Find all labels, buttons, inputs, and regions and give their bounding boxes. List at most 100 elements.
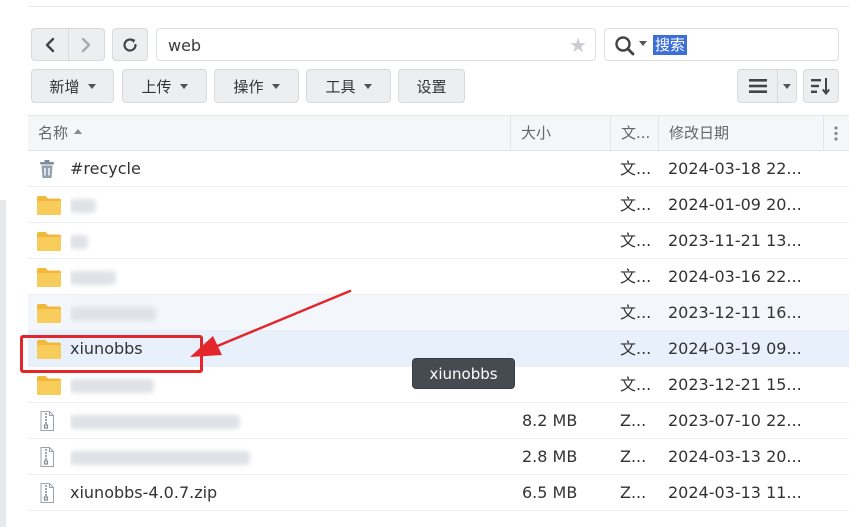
search-input[interactable]: 搜索 bbox=[653, 35, 688, 55]
chevron-down-icon bbox=[87, 83, 96, 89]
folder-icon bbox=[37, 267, 61, 287]
file-name: #recycle bbox=[70, 159, 141, 178]
more-vertical-icon bbox=[834, 126, 838, 141]
file-name bbox=[70, 223, 500, 258]
file-modified: 2024-03-18 22... bbox=[668, 159, 802, 178]
file-name bbox=[70, 187, 500, 222]
table-row[interactable]: 文... 2024-03-16 22... bbox=[28, 259, 849, 295]
file-size bbox=[522, 187, 612, 222]
trash-icon bbox=[37, 159, 57, 179]
file-type: 文... bbox=[620, 303, 652, 322]
redacted-name bbox=[70, 450, 250, 465]
file-type: 文... bbox=[620, 231, 652, 250]
column-options-button[interactable] bbox=[823, 116, 849, 151]
chevron-right-icon bbox=[82, 37, 91, 52]
back-button[interactable] bbox=[32, 29, 68, 60]
file-type: Z... bbox=[620, 483, 647, 502]
file-modified: 2024-03-13 11... bbox=[668, 483, 802, 502]
chevron-down-icon bbox=[363, 83, 372, 89]
tooltip: xiunobbs bbox=[412, 358, 515, 389]
tooltip-text: xiunobbs bbox=[429, 364, 498, 383]
redacted-name bbox=[70, 306, 156, 321]
chevron-down-icon[interactable] bbox=[639, 41, 647, 46]
file-size bbox=[522, 151, 612, 186]
file-size bbox=[522, 259, 612, 294]
redacted-name bbox=[70, 198, 96, 213]
file-name: xiunobbs-4.0.7.zip bbox=[70, 483, 218, 502]
zip-file-icon bbox=[37, 483, 57, 503]
redacted-name bbox=[70, 378, 154, 393]
file-size bbox=[522, 295, 612, 330]
column-header-type[interactable]: 文... bbox=[610, 116, 658, 151]
file-name bbox=[70, 403, 500, 438]
file-size: 2.8 MB bbox=[522, 447, 578, 466]
upload-label: 上传 bbox=[141, 77, 172, 96]
column-header-name[interactable]: 名称 bbox=[28, 116, 510, 151]
file-name bbox=[70, 295, 500, 330]
view-mode-group bbox=[737, 69, 797, 103]
star-icon[interactable]: ★ bbox=[569, 33, 587, 57]
file-name bbox=[70, 439, 500, 474]
file-type: 文... bbox=[620, 339, 652, 358]
new-label: 新增 bbox=[49, 77, 80, 96]
table-header: 名称 大小 文... 修改日期 bbox=[28, 115, 849, 151]
file-type: Z... bbox=[620, 411, 647, 430]
file-size: 8.2 MB bbox=[522, 411, 578, 430]
redacted-name bbox=[70, 270, 116, 285]
sort-ascending-icon bbox=[74, 129, 83, 134]
top-divider bbox=[28, 6, 849, 7]
table-row[interactable]: 文... 2024-01-09 20... bbox=[28, 187, 849, 223]
tools-button[interactable]: 工具 bbox=[306, 69, 391, 103]
column-header-modified[interactable]: 修改日期 bbox=[658, 116, 823, 151]
action-label: 操作 bbox=[233, 77, 264, 96]
column-type-label: 文... bbox=[621, 124, 651, 142]
new-button[interactable]: 新增 bbox=[31, 69, 114, 103]
redacted-name bbox=[70, 234, 88, 249]
column-name-label: 名称 bbox=[38, 124, 69, 142]
table-row[interactable]: 文... 2023-12-11 16... bbox=[28, 295, 849, 331]
redacted-name bbox=[70, 414, 240, 429]
search-icon[interactable] bbox=[614, 35, 636, 57]
file-modified: 2024-01-09 20... bbox=[668, 195, 802, 214]
file-type: 文... bbox=[620, 267, 652, 286]
list-view-button[interactable] bbox=[738, 70, 778, 102]
file-size: 6.5 MB bbox=[522, 483, 578, 502]
table-row[interactable]: 2.8 MB Z... 2024-03-13 20... bbox=[28, 439, 849, 475]
file-modified: 2023-12-21 15... bbox=[668, 375, 802, 394]
file-type: Z... bbox=[620, 447, 647, 466]
file-modified: 2023-07-10 22... bbox=[668, 411, 802, 430]
file-size bbox=[522, 367, 612, 402]
zip-file-icon bbox=[37, 411, 57, 431]
table-row[interactable]: 文... 2023-11-21 13... bbox=[28, 223, 849, 259]
file-list: #recycle 文... 2024-03-18 22... 文... 2024… bbox=[28, 151, 849, 511]
chevron-down-icon bbox=[271, 83, 280, 89]
path-field[interactable]: web ★ bbox=[156, 28, 596, 61]
view-mode-dropdown[interactable] bbox=[778, 70, 796, 102]
path-text: web bbox=[168, 36, 202, 55]
table-row[interactable]: #recycle 文... 2024-03-18 22... bbox=[28, 151, 849, 187]
search-field[interactable]: 搜索 bbox=[604, 28, 839, 61]
file-modified: 2023-11-21 13... bbox=[668, 231, 802, 250]
file-modified: 2024-03-13 20... bbox=[668, 447, 802, 466]
settings-button[interactable]: 设置 bbox=[398, 69, 465, 103]
folder-icon bbox=[37, 303, 61, 323]
sort-button[interactable] bbox=[803, 69, 839, 103]
chevron-down-icon bbox=[179, 83, 188, 89]
file-type: 文... bbox=[620, 195, 652, 214]
action-button[interactable]: 操作 bbox=[214, 69, 299, 103]
forward-button[interactable] bbox=[67, 29, 105, 60]
file-modified: 2024-03-16 22... bbox=[668, 267, 802, 286]
table-row[interactable]: xiunobbs-4.0.7.zip 6.5 MB Z... 2024-03-1… bbox=[28, 475, 849, 511]
tools-label: 工具 bbox=[325, 77, 356, 96]
chevron-left-icon bbox=[45, 37, 54, 52]
column-header-size[interactable]: 大小 bbox=[510, 116, 610, 151]
upload-button[interactable]: 上传 bbox=[122, 69, 207, 103]
chevron-down-icon bbox=[783, 83, 791, 89]
folder-icon bbox=[37, 375, 61, 395]
file-size bbox=[522, 223, 612, 258]
file-type: 文... bbox=[620, 159, 652, 178]
refresh-button[interactable] bbox=[112, 28, 148, 61]
file-type: 文... bbox=[620, 375, 652, 394]
table-row[interactable]: 8.2 MB Z... 2023-07-10 22... bbox=[28, 403, 849, 439]
column-modified-label: 修改日期 bbox=[669, 124, 730, 142]
